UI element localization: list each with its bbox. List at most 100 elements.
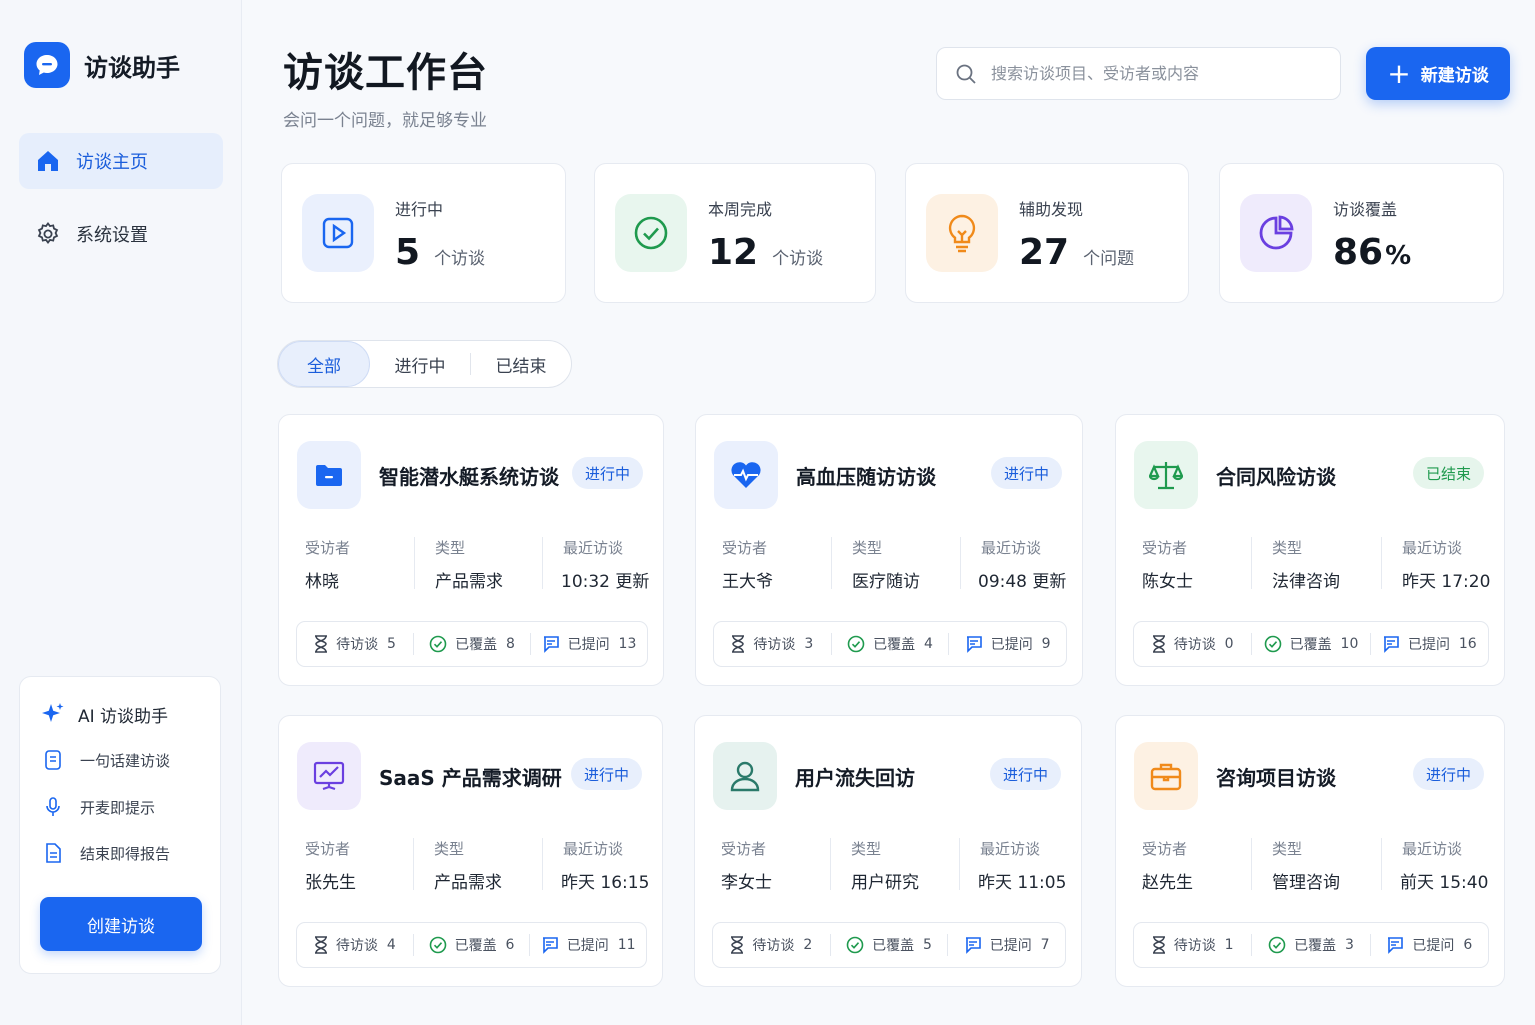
recent-value: 昨天 11:05	[978, 873, 1067, 893]
lightbulb-icon	[926, 194, 998, 272]
meta-divider	[959, 838, 960, 890]
meta-divider	[1381, 537, 1382, 589]
type-value: 管理咨询	[1272, 873, 1340, 893]
check-circle-icon	[615, 194, 687, 272]
search-box[interactable]	[936, 47, 1341, 100]
interviewee-value: 陈女士	[1142, 572, 1193, 592]
recent-label: 最近访谈	[563, 539, 624, 557]
play-icon	[302, 194, 374, 272]
pending-count: 待访谈 5	[297, 634, 413, 654]
hourglass-icon	[730, 936, 744, 954]
scale-icon	[1134, 441, 1198, 509]
covered-count: 已覆盖 4	[832, 634, 949, 654]
search-input[interactable]	[991, 64, 1311, 83]
recent-label: 最近访谈	[980, 840, 1041, 858]
card-footer: 待访谈 1 已覆盖 3 已提问 6	[1133, 922, 1489, 968]
asked-count: 已提问 6	[1371, 935, 1488, 955]
pending-count: 待访谈 2	[713, 935, 830, 955]
recent-label: 最近访谈	[563, 840, 624, 858]
pending-count: 待访谈 4	[297, 935, 413, 955]
check-circle-icon	[846, 936, 864, 954]
stat-value: 86%	[1333, 232, 1412, 273]
ai-feature-quick-create: 一句话建访谈	[42, 749, 170, 771]
check-circle-icon	[1264, 635, 1282, 653]
interview-card[interactable]: 高血压随访访谈 进行中 受访者 王大爷 类型 医疗随访 最近访谈 09:48 更…	[695, 414, 1083, 686]
meta-divider	[831, 537, 832, 589]
stat-label: 本周完成	[708, 200, 773, 219]
type-value: 产品需求	[435, 572, 503, 592]
hourglass-icon	[731, 635, 745, 653]
covered-count: 已覆盖 10	[1252, 634, 1369, 654]
stat-card-coverage: 访谈覆盖 86%	[1219, 163, 1504, 303]
tab-all[interactable]: 全部	[278, 341, 370, 387]
message-icon	[1382, 635, 1400, 653]
message-icon	[542, 635, 560, 653]
interviewee-value: 林晓	[305, 572, 339, 592]
hourglass-icon	[314, 635, 328, 653]
pending-count: 待访谈 0	[1134, 634, 1251, 654]
folder-icon	[297, 441, 361, 509]
interviewee-label: 受访者	[1142, 539, 1188, 557]
meta-divider	[414, 537, 415, 589]
status-badge: 进行中	[989, 758, 1061, 790]
status-badge: 已结束	[1412, 457, 1484, 489]
recent-value: 10:32 更新	[561, 572, 650, 592]
sidebar-item-label: 访谈主页	[76, 152, 148, 173]
gear-icon	[35, 221, 61, 247]
card-title: 咨询项目访谈	[1216, 766, 1336, 790]
interviewee-label: 受访者	[722, 539, 768, 557]
meta-divider	[960, 537, 961, 589]
new-interview-button[interactable]: + 新建访谈	[1366, 47, 1510, 100]
pie-chart-icon	[1240, 194, 1312, 272]
message-icon	[541, 936, 559, 954]
hourglass-icon	[1152, 936, 1166, 954]
create-interview-button[interactable]: 创建访谈	[40, 897, 202, 951]
tab-in-progress[interactable]: 进行中	[370, 341, 470, 387]
check-circle-icon	[847, 635, 865, 653]
meta-divider	[830, 838, 831, 890]
page-title: 访谈工作台	[283, 50, 488, 96]
sidebar-item-settings[interactable]: 系统设置	[19, 206, 223, 262]
sidebar-item-label: 系统设置	[76, 225, 148, 246]
stat-label: 进行中	[395, 200, 444, 219]
recent-label: 最近访谈	[981, 539, 1042, 557]
interview-card[interactable]: SaaS 产品需求调研 进行中 受访者 张先生 类型 产品需求 最近访谈 昨天 …	[278, 715, 663, 987]
stat-value: 27 个问题	[1019, 232, 1135, 273]
interview-card[interactable]: 合同风险访谈 已结束 受访者 陈女士 类型 法律咨询 最近访谈 昨天 17:20…	[1115, 414, 1505, 686]
type-value: 法律咨询	[1272, 572, 1340, 592]
hourglass-icon	[1152, 635, 1166, 653]
recent-value: 09:48 更新	[978, 572, 1067, 592]
card-title: 合同风险访谈	[1216, 465, 1336, 489]
stat-value: 12 个访谈	[708, 232, 824, 273]
recent-label: 最近访谈	[1402, 539, 1463, 557]
card-footer: 待访谈 0 已覆盖 10 已提问 16	[1133, 621, 1489, 667]
recent-label: 最近访谈	[1402, 840, 1463, 858]
home-icon	[35, 148, 61, 174]
document-chat-icon	[42, 749, 64, 771]
microphone-icon	[42, 796, 64, 818]
interview-card[interactable]: 用户流失回访 进行中 受访者 李女士 类型 用户研究 最近访谈 昨天 11:05…	[694, 715, 1082, 987]
user-icon	[713, 742, 777, 810]
covered-count: 已覆盖 6	[414, 935, 530, 955]
presentation-chart-icon	[297, 742, 361, 810]
sidebar-item-home[interactable]: 访谈主页	[19, 133, 223, 189]
stat-card-issues-found: 辅助发现 27 个问题	[905, 163, 1189, 303]
type-label: 类型	[1272, 840, 1303, 858]
heart-pulse-icon	[714, 441, 778, 509]
brand-name: 访谈助手	[84, 53, 180, 82]
ai-assistant-title: AI 访谈助手	[40, 701, 168, 727]
interview-card[interactable]: 咨询项目访谈 进行中 受访者 赵先生 类型 管理咨询 最近访谈 前天 15:40…	[1115, 715, 1505, 987]
asked-count: 已提问 16	[1371, 634, 1488, 654]
tab-finished[interactable]: 已结束	[471, 341, 571, 387]
interviewee-label: 受访者	[721, 840, 767, 858]
type-label: 类型	[435, 539, 466, 557]
interview-card[interactable]: 智能潜水艇系统访谈 进行中 受访者 林晓 类型 产品需求 最近访谈 10:32 …	[278, 414, 664, 686]
plus-icon: +	[1387, 56, 1411, 90]
interviewee-value: 张先生	[305, 873, 356, 893]
card-title: SaaS 产品需求调研	[379, 766, 562, 790]
meta-divider	[542, 838, 543, 890]
meta-divider	[1251, 838, 1252, 890]
sidebar: 访谈助手 访谈主页 系统设置 AI 访谈助手 一句话建访谈 开麦即提示 结束即得…	[0, 0, 242, 1025]
card-footer: 待访谈 3 已覆盖 4 已提问 9	[713, 621, 1067, 667]
type-label: 类型	[434, 840, 465, 858]
